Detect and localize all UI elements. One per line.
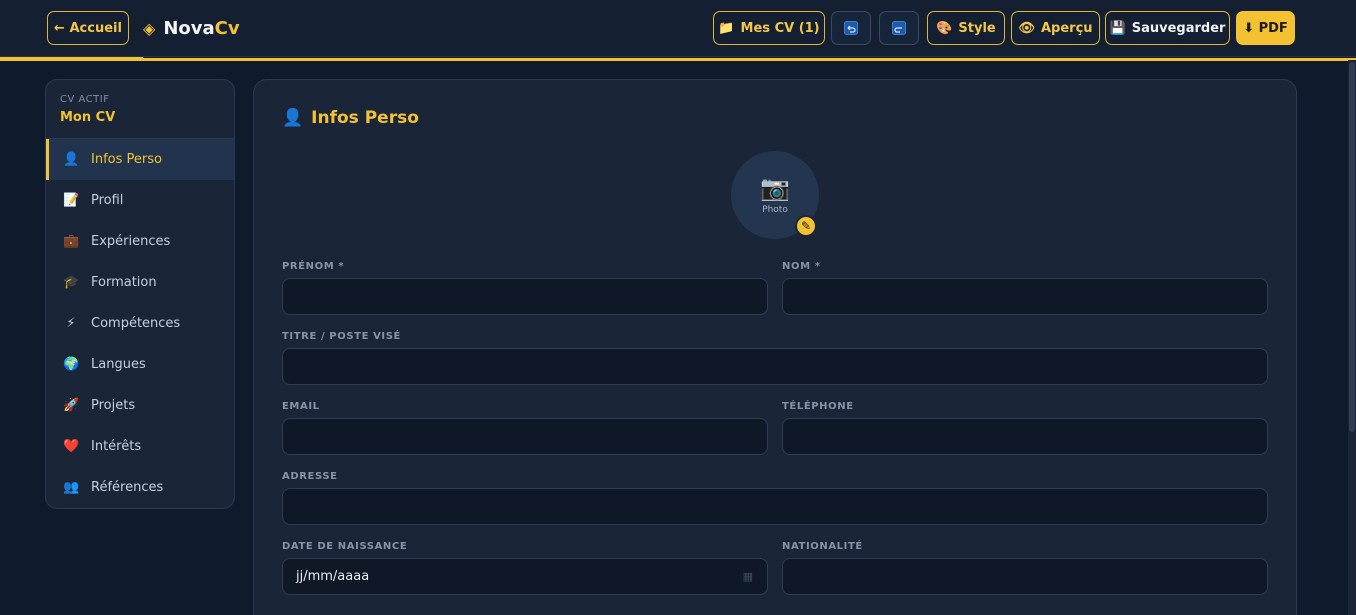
back-home-button[interactable]: ← Accueil xyxy=(47,11,129,45)
telephone-label: TÉLÉPHONE xyxy=(782,401,854,412)
brand-name-suffix: Cv xyxy=(214,17,240,39)
sidebar-item-formation[interactable]: 🎓 Formation xyxy=(46,262,234,303)
sidebar-item-infos-perso[interactable]: 👤 Infos Perso xyxy=(46,139,234,180)
eye-icon: 👁 xyxy=(1018,20,1035,36)
date-placeholder: jj/mm/aaaa xyxy=(296,569,370,584)
rocket-icon: 🚀 xyxy=(63,398,80,413)
sidebar-item-label: Compétences xyxy=(91,316,181,331)
sidebar-item-experiences[interactable]: 💼 Expériences xyxy=(46,221,234,262)
top-header: ← Accueil ◈ NovaCv 📁 Mes CV (1) 🎨 Style … xyxy=(0,0,1356,57)
photo-label: Photo xyxy=(762,205,788,215)
date-of-birth-field[interactable]: jj/mm/aaaa ▦ xyxy=(282,558,768,595)
pdf-label: ⬇ PDF xyxy=(1243,20,1288,36)
folder-icon: 📁 xyxy=(718,20,735,36)
person-icon: 👤 xyxy=(63,152,80,167)
sidebar-item-langues[interactable]: 🌍 Langues xyxy=(46,344,234,385)
camera-icon: 📷 xyxy=(760,174,790,202)
calendar-icon[interactable]: ▦ xyxy=(743,570,753,583)
sidebar-item-label: Projets xyxy=(91,398,136,413)
palette-icon: 🎨 xyxy=(936,20,953,36)
nationalite-field[interactable] xyxy=(782,558,1268,595)
photo-upload[interactable]: 📷 Photo ✎ xyxy=(731,151,819,239)
sidebar-item-competences[interactable]: ⚡ Compétences xyxy=(46,303,234,344)
undo-button[interactable] xyxy=(831,11,871,45)
diamond-icon: ◈ xyxy=(143,18,156,38)
brand-name-prefix: Nova xyxy=(163,17,215,39)
email-label: EMAIL xyxy=(282,401,320,412)
nationalite-label: NATIONALITÉ xyxy=(782,541,863,552)
sidebar-item-label: Langues xyxy=(91,357,146,372)
heart-icon: ❤️ xyxy=(63,439,80,454)
person-icon: 👤 xyxy=(282,108,304,128)
titre-field[interactable] xyxy=(282,348,1268,385)
telephone-field[interactable] xyxy=(782,418,1268,455)
sidebar-item-label: Références xyxy=(91,480,164,495)
redo-icon xyxy=(892,21,906,35)
prenom-field[interactable] xyxy=(282,278,768,315)
my-cv-button[interactable]: 📁 Mes CV (1) xyxy=(713,11,825,45)
email-field[interactable] xyxy=(282,418,768,455)
section-sidebar: CV ACTIF Mon CV 👤 Infos Perso 📝 Profil 💼… xyxy=(45,79,235,509)
memo-icon: 📝 xyxy=(63,193,80,208)
globe-icon: 🌍 xyxy=(63,357,80,372)
style-label: Style xyxy=(958,20,996,36)
naissance-label: DATE DE NAISSANCE xyxy=(282,541,408,552)
section-title: 👤 Infos Perso xyxy=(282,108,419,128)
sidebar-item-label: Infos Perso xyxy=(91,152,162,167)
preview-label: Aperçu xyxy=(1040,20,1093,36)
briefcase-icon: 💼 xyxy=(63,234,80,249)
page-scrollbar[interactable] xyxy=(1348,60,1356,615)
prenom-label: PRÉNOM * xyxy=(282,261,345,272)
back-home-label: ← Accueil xyxy=(54,20,122,36)
adresse-label: ADRESSE xyxy=(282,471,338,482)
nom-field[interactable] xyxy=(782,278,1268,315)
save-label: Sauvegarder xyxy=(1131,20,1226,36)
sidebar-item-label: Expériences xyxy=(91,234,171,249)
save-button[interactable]: 💾 Sauvegarder xyxy=(1105,11,1230,45)
preview-button[interactable]: 👁 Aperçu xyxy=(1011,11,1100,45)
sidebar-item-label: Formation xyxy=(91,275,157,290)
people-icon: 👥 xyxy=(63,480,80,495)
sidebar-item-label: Profil xyxy=(91,193,124,208)
sidebar-item-profil[interactable]: 📝 Profil xyxy=(46,180,234,221)
section-title-text: Infos Perso xyxy=(311,108,419,128)
undo-icon xyxy=(844,21,858,35)
redo-button[interactable] xyxy=(879,11,919,45)
sidebar-item-interets[interactable]: ❤️ Intérêts xyxy=(46,426,234,467)
pencil-icon[interactable]: ✎ xyxy=(795,215,817,237)
floppy-icon: 💾 xyxy=(1109,20,1126,36)
pdf-button[interactable]: ⬇ PDF xyxy=(1236,11,1295,45)
active-cv-caption: CV ACTIF xyxy=(60,94,110,105)
graduation-cap-icon: 🎓 xyxy=(63,275,80,290)
scrollbar-thumb[interactable] xyxy=(1349,62,1355,432)
my-cv-label: Mes CV (1) xyxy=(740,20,820,36)
sidebar-item-label: Intérêts xyxy=(91,439,142,454)
sidebar-item-references[interactable]: 👥 Références xyxy=(46,467,234,508)
sidebar-item-projets[interactable]: 🚀 Projets xyxy=(46,385,234,426)
adresse-field[interactable] xyxy=(282,488,1268,525)
lightning-icon: ⚡ xyxy=(66,316,76,331)
style-button[interactable]: 🎨 Style xyxy=(927,11,1005,45)
infos-perso-panel: 👤 Infos Perso 📷 Photo ✎ PRÉNOM * NOM * T… xyxy=(253,79,1297,615)
nom-label: NOM * xyxy=(782,261,821,272)
titre-label: TITRE / POSTE VISÉ xyxy=(282,331,401,342)
brand-logo: ◈ NovaCv xyxy=(143,16,240,40)
active-cv-name: Mon CV xyxy=(60,110,116,125)
header-accent-bar xyxy=(0,57,1356,61)
